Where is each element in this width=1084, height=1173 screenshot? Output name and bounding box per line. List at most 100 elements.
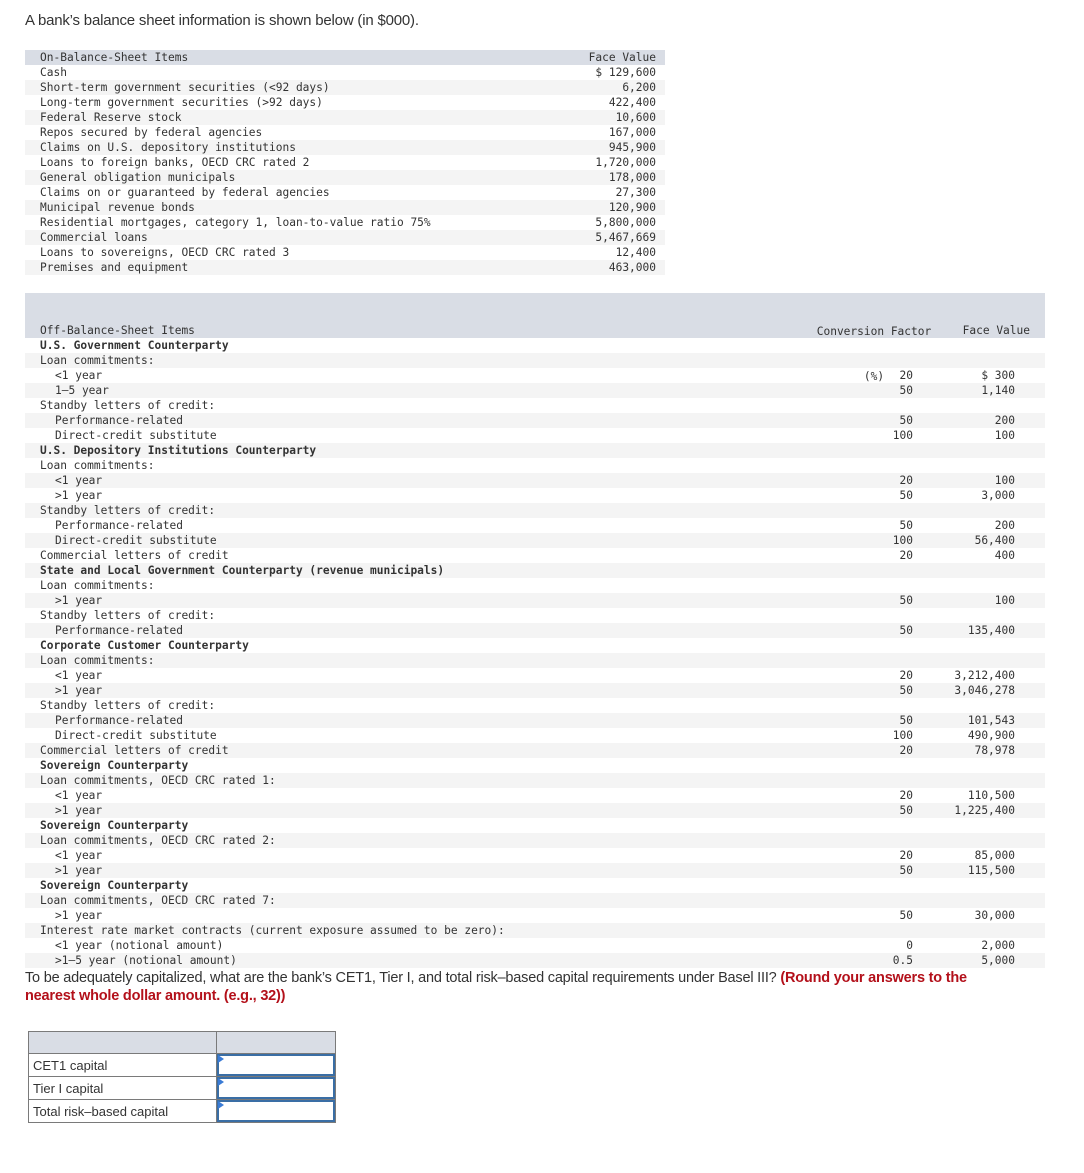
item-conversion-factor: 20 [899, 849, 913, 862]
answer-cell [216, 1099, 336, 1123]
item-label: Corporate Customer Counterparty [40, 639, 249, 652]
off-balance-header-label: Off-Balance-Sheet Items [25, 293, 845, 338]
off-balance-row: Loan commitments, OECD CRC rated 1: [25, 773, 1045, 788]
item-face-value: 1,720,000 [595, 156, 656, 169]
item-label: Residential mortgages, category 1, loan-… [40, 216, 431, 229]
item-label: U.S. Government Counterparty [40, 339, 229, 352]
off-balance-row: >1 year 50 115,500 [25, 863, 1045, 878]
item-face-value: 6,200 [565, 80, 665, 95]
item-conversion-factor [845, 443, 913, 458]
item-label: Standby letters of credit: [25, 503, 845, 518]
item-label: >1 year [25, 683, 845, 698]
item-conversion-factor: 20 [845, 473, 913, 488]
item-conversion-factor [845, 458, 913, 473]
item-conversion-factor: 50 [845, 593, 913, 608]
item-face-value: 3,212,400 [954, 669, 1015, 682]
item-face-value [913, 608, 1045, 623]
item-label: Cash [40, 66, 67, 79]
item-label: <1 year [55, 849, 103, 862]
intro-text: A bank’s balance sheet information is sh… [25, 12, 419, 29]
off-balance-row: Interest rate market contracts (current … [25, 923, 1045, 938]
item-face-value [913, 653, 1045, 668]
item-conversion-factor [845, 638, 913, 653]
answer-label: Tier I capital [28, 1076, 217, 1100]
item-label: >1 year [25, 593, 845, 608]
off-balance-row: <1 year (notional amount) 0 2,000 [25, 938, 1045, 953]
off-balance-row: Loan commitments, OECD CRC rated 2: [25, 833, 1045, 848]
off-balance-row: >1 year 50 1,225,400 [25, 803, 1045, 818]
item-label: Direct-credit substitute [25, 533, 845, 548]
item-label: <1 year [55, 669, 103, 682]
item-conversion-factor [845, 578, 913, 593]
item-face-value [913, 773, 1045, 788]
item-label: Premises and equipment [25, 260, 565, 275]
item-label: >1 year [55, 909, 103, 922]
item-conversion-factor [845, 503, 913, 518]
item-label: Claims on U.S. depository institutions [25, 140, 565, 155]
item-conversion-factor [845, 818, 913, 833]
item-label: Sovereign Counterparty [40, 819, 189, 832]
off-balance-row: Sovereign Counterparty [25, 818, 1045, 833]
total-risk-based-capital-input[interactable] [217, 1100, 335, 1122]
off-balance-row: <1 year 20 100 [25, 473, 1045, 488]
answer-header-label-cell [28, 1031, 217, 1054]
item-face-value: 167,000 [608, 126, 656, 139]
item-conversion-factor: 50 [899, 519, 913, 532]
on-balance-row: Long-term government securities (>92 day… [25, 95, 665, 110]
item-conversion-factor: 20 [845, 743, 913, 758]
tier-1-capital-input[interactable] [217, 1077, 335, 1099]
item-conversion-factor: 50 [899, 489, 913, 502]
item-conversion-factor: 50 [845, 803, 913, 818]
item-label: >1–5 year (notional amount) [25, 953, 845, 968]
off-balance-row: >1–5 year (notional amount) 0.5 5,000 [25, 953, 1045, 968]
item-conversion-factor: 50 [845, 683, 913, 698]
item-label: Standby letters of credit: [40, 399, 216, 412]
on-balance-row: Federal Reserve stock 10,600 [25, 110, 665, 125]
item-conversion-factor [845, 893, 913, 908]
off-balance-row: State and Local Government Counterparty … [25, 563, 1045, 578]
cet1-capital-input[interactable] [217, 1054, 335, 1076]
off-balance-row: >1 year 50 100 [25, 593, 1045, 608]
item-face-value [913, 638, 1045, 653]
item-conversion-factor: 20 [899, 789, 913, 802]
item-label: Municipal revenue bonds [25, 200, 565, 215]
off-balance-row: Commercial letters of credit 20 400 [25, 548, 1045, 563]
off-balance-row: Standby letters of credit: [25, 698, 1045, 713]
off-balance-row: Commercial letters of credit 20 78,978 [25, 743, 1045, 758]
item-face-value: 3,046,278 [913, 683, 1045, 698]
item-label: Commercial letters of credit [40, 549, 229, 562]
off-balance-row: <1 year 20 3,212,400 [25, 668, 1045, 683]
item-label: Loan commitments: [40, 579, 155, 592]
item-face-value: 3,000 [981, 489, 1015, 502]
item-face-value: 422,400 [608, 96, 656, 109]
off-balance-row: >1 year 50 30,000 [25, 908, 1045, 923]
question-text: To be adequately capitalized, what are t… [25, 969, 985, 1005]
off-balance-row: Sovereign Counterparty [25, 878, 1045, 893]
item-label: Standby letters of credit: [40, 609, 216, 622]
item-label: Loan commitments: [25, 353, 845, 368]
item-conversion-factor: 20 [899, 669, 913, 682]
item-face-value: 85,000 [974, 849, 1015, 862]
item-conversion-factor [845, 833, 913, 848]
item-conversion-factor [845, 758, 913, 773]
item-face-value: 27,300 [615, 186, 656, 199]
item-conversion-factor: 0.5 [845, 953, 913, 968]
item-label: <1 year [55, 369, 103, 382]
item-face-value [913, 818, 1045, 833]
answer-label: Total risk–based capital [28, 1099, 217, 1123]
on-balance-row: Short-term government securities (<92 da… [25, 80, 665, 95]
off-balance-row: >1 year 50 3,046,278 [25, 683, 1045, 698]
off-balance-row: Performance-related 50 135,400 [25, 623, 1045, 638]
item-label: Performance-related [25, 623, 845, 638]
item-conversion-factor: 20 [899, 549, 913, 562]
item-label: Sovereign Counterparty [40, 759, 189, 772]
item-conversion-factor: 50 [845, 713, 913, 728]
item-face-value: 135,400 [913, 623, 1045, 638]
on-balance-row: Loans to sovereigns, OECD CRC rated 3 12,… [25, 245, 665, 260]
off-balance-row: U.S. Depository Institutions Counterpart… [25, 443, 1045, 458]
item-label: Loan commitments, OECD CRC rated 7: [25, 893, 845, 908]
item-face-value [913, 563, 1045, 578]
item-face-value: 200 [913, 413, 1045, 428]
item-face-value: 12,400 [615, 246, 656, 259]
item-conversion-factor: 50 [899, 909, 913, 922]
